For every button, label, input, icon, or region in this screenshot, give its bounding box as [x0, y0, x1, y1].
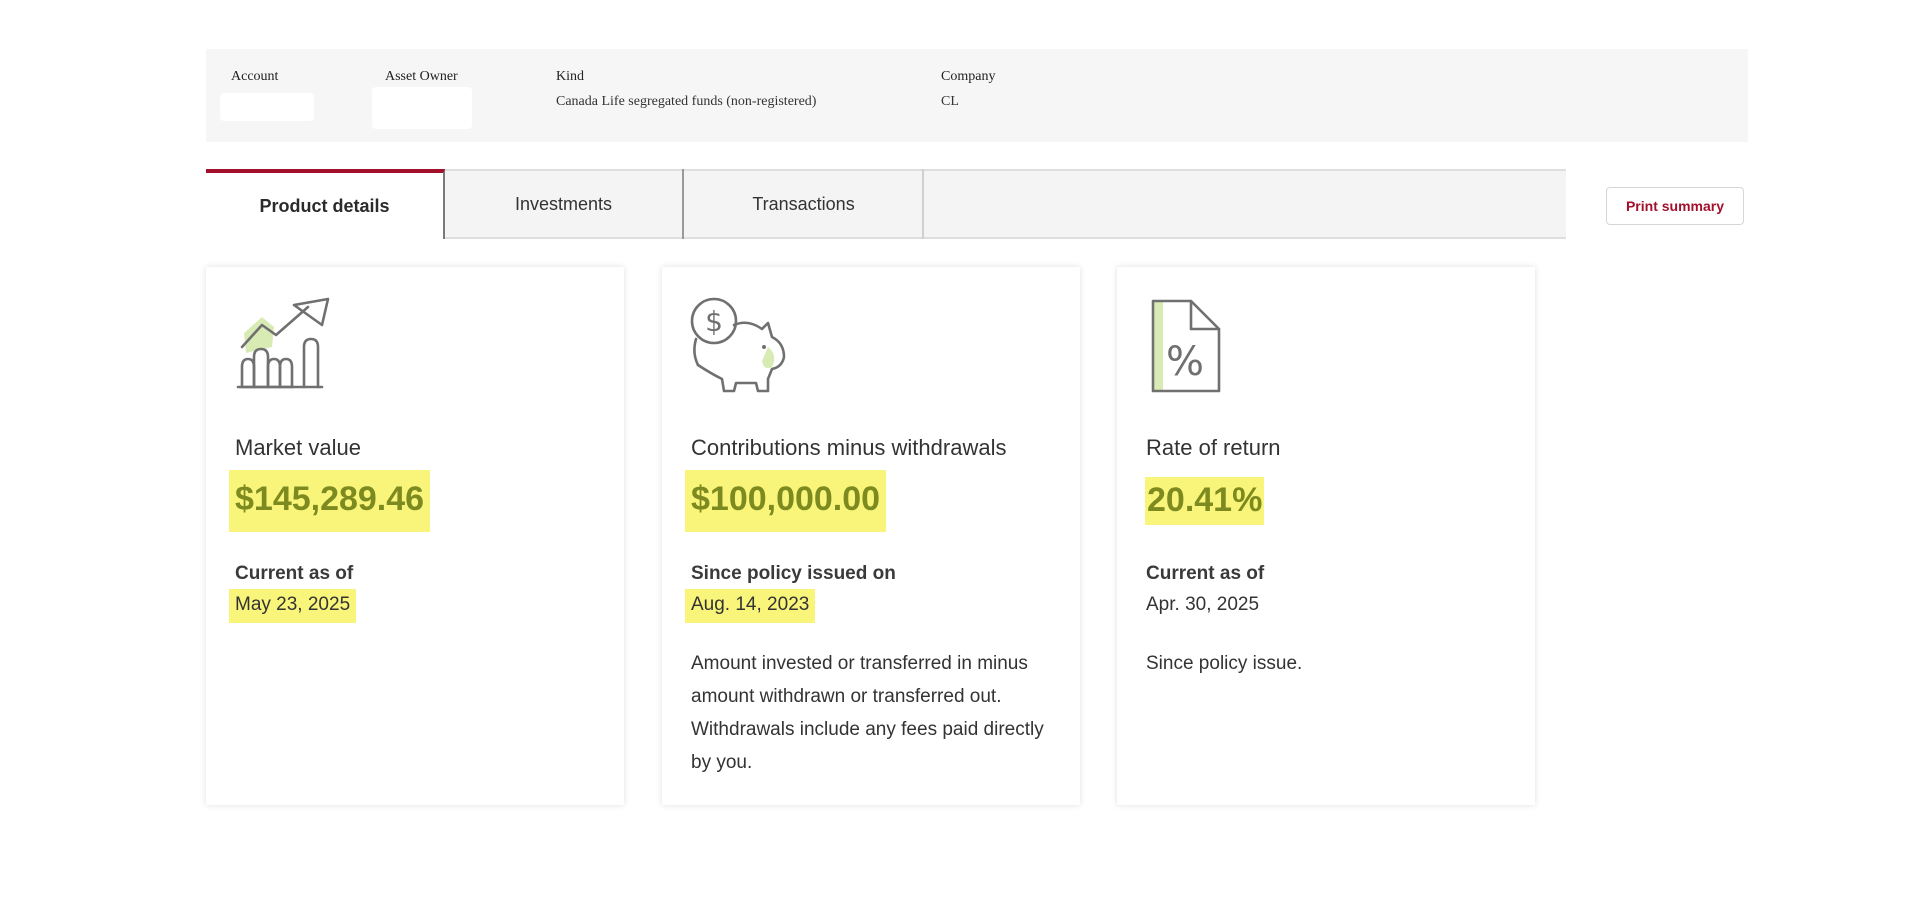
kind-label: Kind	[556, 69, 584, 84]
tab-bar: Product details Investments Transactions	[206, 169, 1566, 239]
rate-of-return-title: Rate of return	[1146, 435, 1281, 460]
market-value-title: Market value	[235, 435, 361, 460]
market-value-date: May 23, 2025	[229, 589, 357, 623]
account-info-bar: Account Asset Owner Kind Canada Life seg…	[206, 49, 1748, 142]
kind-column: Kind Canada Life segregated funds (non-r…	[556, 68, 816, 110]
market-value-sublabel: Current as of	[235, 563, 354, 584]
contributions-card: $ Contributions minus withdrawals $100,0…	[662, 267, 1080, 805]
growth-chart-icon	[232, 295, 332, 395]
svg-text:$: $	[705, 305, 723, 338]
percent-document-icon: %	[1143, 295, 1243, 395]
company-column: Company CL	[941, 68, 995, 110]
rate-of-return-amount: 20.41%	[1145, 477, 1265, 525]
contributions-date: Aug. 14, 2023	[685, 589, 816, 623]
rate-of-return-description: Since policy issue.	[1146, 653, 1303, 674]
company-value: CL	[941, 94, 959, 109]
kind-value: Canada Life segregated funds (non-regist…	[556, 94, 817, 109]
asset-owner-label: Asset Owner	[385, 69, 458, 84]
company-label: Company	[941, 69, 996, 84]
rate-of-return-card: % Rate of return 20.41% Current as of Ap…	[1117, 267, 1535, 805]
market-value-card: Market value $145,289.46 Current as of M…	[206, 267, 624, 805]
svg-text:%: %	[1166, 339, 1204, 385]
contributions-title: Contributions minus withdrawals	[691, 435, 1007, 460]
contributions-sublabel: Since policy issued on	[691, 563, 896, 584]
rate-of-return-date: Apr. 30, 2025	[1146, 594, 1260, 615]
tab-product-details[interactable]: Product details	[206, 169, 445, 239]
contributions-amount: $100,000.00	[685, 470, 887, 532]
asset-owner-value-redacted	[372, 87, 472, 129]
piggy-bank-icon: $	[688, 295, 788, 395]
rate-of-return-sublabel: Current as of	[1146, 563, 1265, 584]
account-value-redacted	[220, 93, 314, 121]
market-value-amount: $145,289.46	[229, 470, 431, 532]
account-column: Account	[231, 68, 278, 85]
tab-investments[interactable]: Investments	[445, 169, 684, 239]
print-summary-button[interactable]: Print summary	[1606, 187, 1744, 225]
tab-transactions[interactable]: Transactions	[685, 169, 924, 239]
contributions-description: Amount invested or transferred in minus …	[691, 653, 1044, 773]
account-label: Account	[231, 69, 279, 84]
asset-owner-column: Asset Owner	[385, 68, 458, 85]
